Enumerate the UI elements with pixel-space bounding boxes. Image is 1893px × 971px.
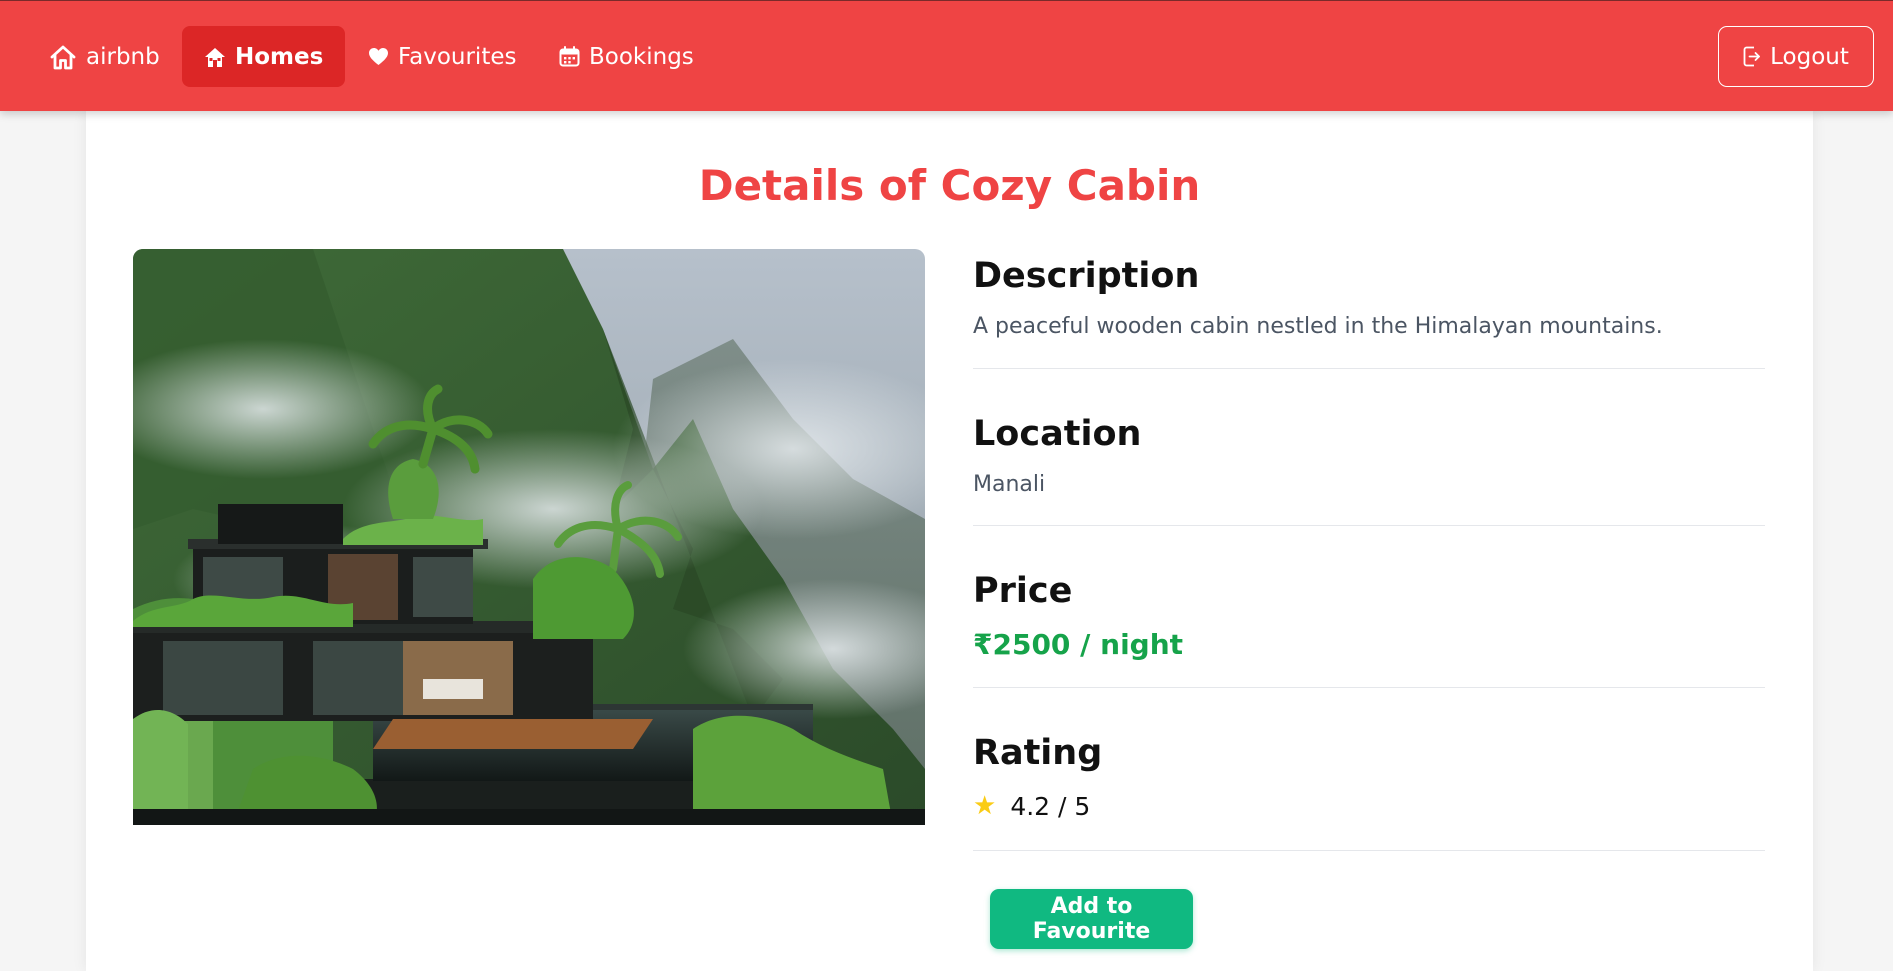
star-icon: ★ — [973, 791, 997, 821]
top-navbar: airbnb Homes Favourites Bookings Logout — [0, 0, 1893, 111]
description-heading: Description — [973, 256, 1200, 296]
location-text: Manali — [973, 472, 1046, 497]
page-title: Details of Cozy Cabin — [698, 161, 1201, 210]
price-value: ₹2500 / night — [973, 628, 1184, 661]
description-section: Description A peaceful wooden cabin nest… — [973, 249, 1765, 369]
nav-tab-favourites[interactable]: Favourites — [346, 26, 538, 87]
house-icon — [49, 44, 77, 70]
rating-row: ★ 4.2 / 5 — [973, 793, 1765, 819]
add-to-favourite-button[interactable]: Add to Favourite — [990, 889, 1193, 949]
home-photo — [133, 249, 925, 825]
logout-button[interactable]: Logout — [1718, 26, 1874, 87]
price-section: Price ₹2500 / night — [973, 526, 1765, 688]
logout-label: Logout — [1770, 43, 1849, 70]
description-text: A peaceful wooden cabin nestled in the H… — [973, 314, 1663, 339]
rating-value: 4.2 / 5 — [1010, 791, 1091, 821]
location-heading: Location — [973, 414, 1142, 454]
brand-name: airbnb — [86, 43, 160, 70]
rating-section: Rating ★ 4.2 / 5 — [973, 688, 1765, 851]
home-details-card: Details of Cozy Cabin Description A peac… — [86, 111, 1813, 971]
brand-link[interactable]: airbnb — [27, 26, 182, 87]
nav-tab-label: Bookings — [589, 43, 694, 70]
house-icon — [204, 46, 226, 68]
heart-icon — [368, 47, 389, 66]
rating-heading: Rating — [973, 733, 1103, 773]
price-heading: Price — [973, 571, 1073, 611]
details-panel: Description A peaceful wooden cabin nest… — [973, 249, 1765, 851]
logout-icon — [1743, 46, 1761, 67]
location-section: Location Manali — [973, 369, 1765, 526]
calendar-icon — [559, 46, 580, 67]
nav-tab-homes[interactable]: Homes — [182, 26, 346, 87]
nav-tab-bookings[interactable]: Bookings — [537, 26, 716, 87]
nav-tab-label: Favourites — [398, 43, 517, 70]
nav-tab-label: Homes — [235, 43, 324, 70]
